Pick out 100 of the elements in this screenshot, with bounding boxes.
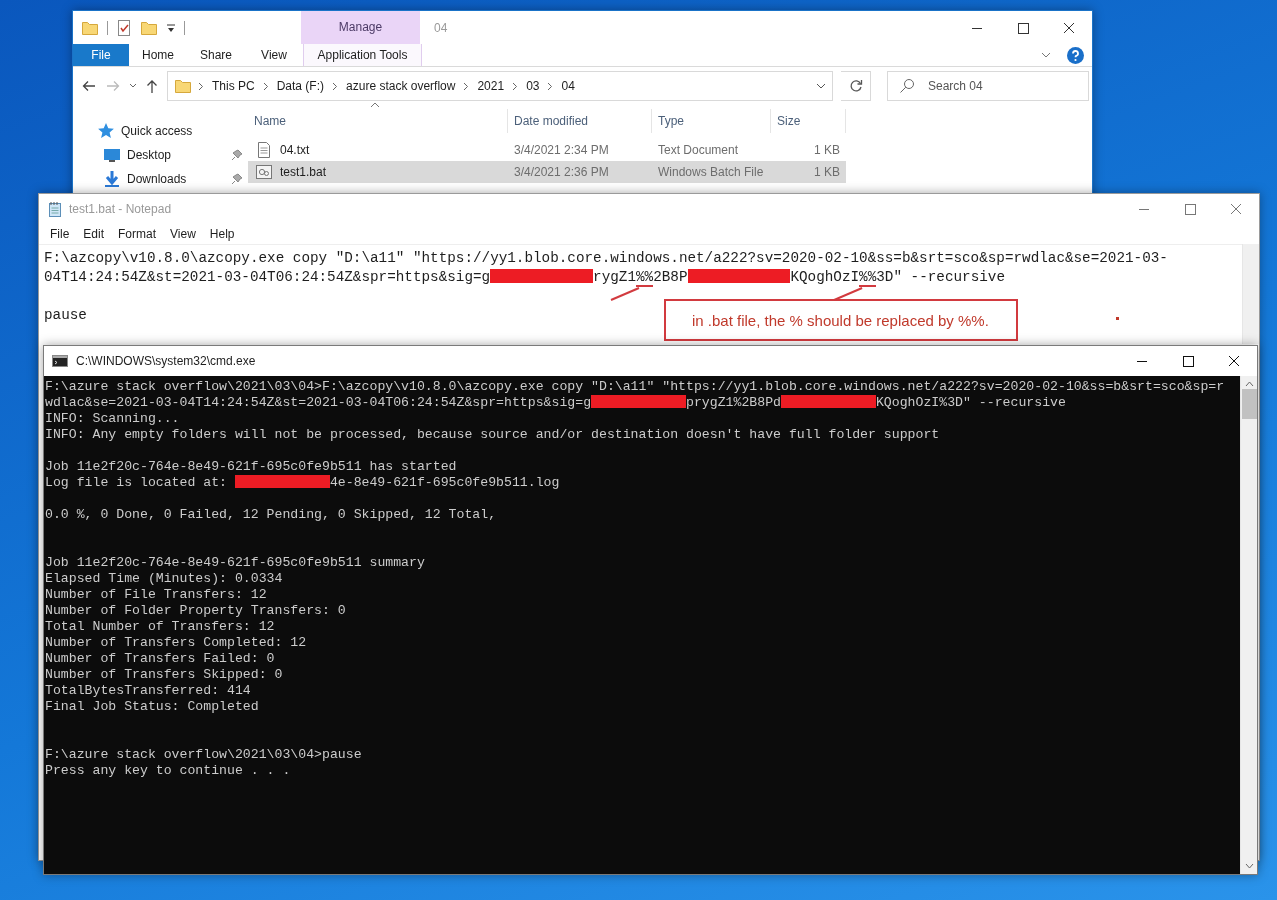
download-arrow-icon bbox=[103, 170, 121, 188]
console-line: Number of Transfers Failed: 0 bbox=[45, 651, 275, 667]
file-size: 1 KB bbox=[813, 164, 841, 181]
scrollbar[interactable] bbox=[1242, 244, 1259, 344]
code-line: pause bbox=[44, 306, 87, 325]
address-dropdown-icon[interactable] bbox=[816, 82, 826, 90]
back-arrow-icon[interactable] bbox=[81, 78, 97, 94]
batch-file-icon bbox=[256, 164, 272, 180]
menu-item[interactable]: File bbox=[43, 225, 77, 243]
leader-line bbox=[833, 287, 864, 301]
console-line: TotalBytesTransferred: 414 bbox=[45, 683, 251, 699]
console-line: 0.0 %, 0 Done, 0 Failed, 12 Pending, 0 Skipped, 12 Total, bbox=[45, 507, 497, 523]
dropdown-caret-icon[interactable] bbox=[166, 21, 176, 34]
menu-item[interactable]: Format bbox=[111, 225, 164, 243]
window-title: 04 bbox=[434, 19, 448, 37]
file-row[interactable]: test1.bat 3/4/2021 2:36 PM Windows Batch File 1 KB bbox=[248, 161, 846, 183]
chevron-right-icon[interactable] bbox=[262, 81, 269, 91]
code-text: 2B8P bbox=[653, 269, 688, 285]
scroll-thumb[interactable] bbox=[1241, 389, 1257, 419]
text-file-icon bbox=[256, 142, 272, 158]
console-icon bbox=[52, 355, 68, 367]
annotation-note: in .bat file, the % should be replaced by %%. bbox=[664, 299, 1018, 341]
scrollbar[interactable] bbox=[1240, 376, 1257, 874]
breadcrumb[interactable]: 03 bbox=[524, 77, 542, 95]
menu-item[interactable]: Help bbox=[202, 225, 242, 243]
star-icon bbox=[97, 122, 115, 140]
console-line: Final Job Status: Completed bbox=[45, 699, 259, 715]
up-arrow-icon[interactable] bbox=[145, 78, 159, 94]
breadcrumb[interactable]: 04 bbox=[559, 77, 577, 95]
dot-mark bbox=[1116, 317, 1119, 320]
leader-line bbox=[610, 287, 640, 301]
breadcrumb[interactable]: 2021 bbox=[475, 77, 507, 95]
console-line: Number of File Transfers: 12 bbox=[45, 587, 267, 603]
expand-ribbon-icon[interactable] bbox=[1041, 51, 1051, 59]
menu-item[interactable]: Edit bbox=[76, 225, 112, 243]
console-line: Total Number of Transfers: 12 bbox=[45, 619, 275, 635]
console-line: INFO: Scanning... bbox=[45, 411, 180, 427]
breadcrumb[interactable]: Data (F:) bbox=[274, 77, 327, 95]
file-name: 04.txt bbox=[280, 142, 310, 159]
console-line: Press any key to continue . . . bbox=[45, 763, 291, 779]
code-text: KQoghOzI bbox=[790, 269, 860, 285]
console-text: wdlac&se=2021-03-04T14:24:54Z&st=2021-03-04T06:24:54Z&spr=https&sig=g bbox=[45, 395, 592, 410]
notepad-icon bbox=[47, 201, 63, 217]
window-title: test1.bat - Notepad bbox=[69, 201, 172, 218]
underlined-text: %% bbox=[636, 269, 654, 287]
console-line: Number of Transfers Completed: 12 bbox=[45, 635, 307, 651]
file-size: 1 KB bbox=[813, 142, 841, 159]
search-icon bbox=[899, 78, 915, 94]
console-line: Number of Folder Property Transfers: 0 bbox=[45, 603, 346, 619]
underlined-text: %% bbox=[859, 269, 877, 287]
help-icon[interactable] bbox=[1067, 46, 1084, 64]
scroll-down-icon[interactable] bbox=[1244, 863, 1254, 869]
file-type: Windows Batch File bbox=[657, 164, 765, 181]
search-field[interactable]: Search 04 bbox=[887, 71, 1089, 101]
monitor-icon bbox=[103, 146, 121, 164]
ribbon-tab[interactable]: View bbox=[245, 44, 303, 66]
nav-item[interactable]: Desktop bbox=[103, 143, 172, 167]
chevron-right-icon[interactable] bbox=[547, 81, 554, 91]
column-header[interactable]: Name bbox=[248, 109, 508, 133]
console-line: Job 11e2f20c-764e-8e49-621f-695c0fe9b511 summary bbox=[45, 555, 425, 571]
ribbon-tab[interactable]: Home bbox=[129, 44, 187, 66]
chevron-right-icon[interactable] bbox=[512, 81, 519, 91]
modified-date: 3/4/2021 2:34 PM bbox=[513, 142, 610, 159]
scroll-up-icon[interactable] bbox=[1244, 381, 1254, 387]
ribbon-tab[interactable]: Share bbox=[187, 44, 245, 66]
console-line: F:\azure stack overflow\2021\03\04>pause bbox=[45, 747, 362, 763]
file-row[interactable]: 04.txt 3/4/2021 2:34 PM Text Document 1 KB bbox=[248, 139, 846, 161]
file-name: test1.bat bbox=[280, 164, 327, 181]
refresh-icon bbox=[848, 79, 863, 93]
modified-date: 3/4/2021 2:36 PM bbox=[513, 164, 610, 181]
nav-item[interactable]: Quick access bbox=[97, 119, 193, 143]
pin-icon[interactable] bbox=[231, 173, 243, 185]
file-menu-tab[interactable]: File bbox=[73, 44, 129, 66]
column-header[interactable]: Size bbox=[771, 109, 846, 133]
properties-icon[interactable] bbox=[116, 18, 132, 37]
console-line: Elapsed Time (Minutes): 0.0334 bbox=[45, 571, 283, 587]
chevron-right-icon[interactable] bbox=[463, 81, 470, 91]
address-bar[interactable]: This PC Data (F:) azure stack overflow 2021 03 04 bbox=[167, 71, 833, 101]
window-title: C:\WINDOWS\system32\cmd.exe bbox=[76, 353, 256, 370]
code-text: 3D" --recursive bbox=[876, 269, 1005, 285]
console-text: KQoghOzI%3D" --recursive bbox=[875, 395, 1066, 410]
chevron-right-icon[interactable] bbox=[332, 81, 339, 91]
refresh-button[interactable] bbox=[841, 71, 871, 101]
nav-item[interactable]: Downloads bbox=[103, 167, 187, 191]
recent-locations-icon[interactable] bbox=[129, 83, 137, 89]
console-line: INFO: Any empty folders will not be processed, because source and/or destination doesn't have full folder support bbox=[45, 427, 940, 443]
code-text: 04T14:24:54Z&st=2021-03-04T06:24:54Z&spr=https&sig=g bbox=[44, 269, 491, 285]
sort-caret-icon[interactable] bbox=[370, 102, 380, 108]
code-line: F:\azcopy\v10.8.0\azcopy.exe copy "D:\a11" "https://yy1.blob.core.windows.net/a222?sv=2020-02-10&ss=b&srt=sco&sp=rwdlac&se=2021-03- bbox=[44, 249, 1168, 268]
breadcrumb[interactable]: azure stack overflow bbox=[344, 77, 458, 95]
console-text: prygZ1%2B8Pd bbox=[686, 395, 781, 410]
breadcrumb[interactable]: This PC bbox=[210, 77, 257, 95]
menu-item[interactable]: View bbox=[163, 225, 203, 243]
file-type: Text Document bbox=[657, 142, 740, 159]
column-header[interactable]: Type bbox=[652, 109, 771, 133]
chevron-right-icon[interactable] bbox=[198, 81, 204, 91]
console-text: 4e-8e49-621f-695c0fe9b511.log bbox=[329, 475, 560, 490]
column-header[interactable]: Date modified bbox=[508, 109, 652, 133]
pin-icon[interactable] bbox=[231, 149, 243, 161]
console-line: Job 11e2f20c-764e-8e49-621f-695c0fe9b511 has started bbox=[45, 459, 457, 475]
